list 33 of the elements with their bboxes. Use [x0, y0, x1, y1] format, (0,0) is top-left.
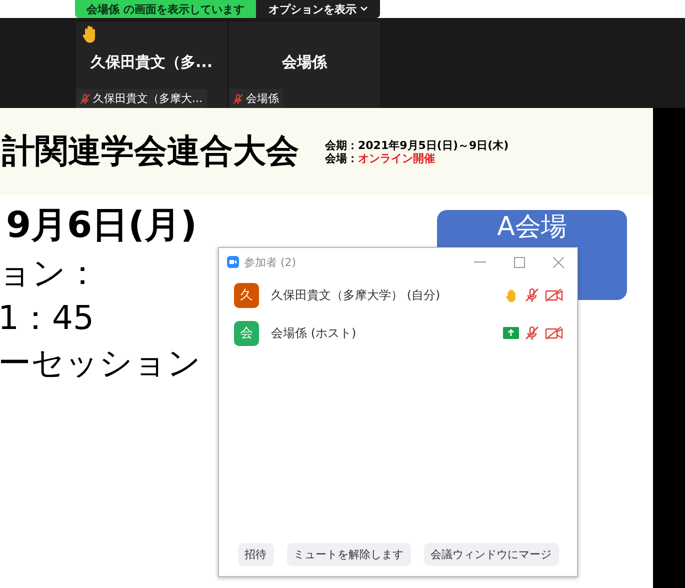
chevron-down-icon	[360, 6, 368, 12]
video-off-icon	[545, 326, 563, 340]
footer-button[interactable]: ミュートを解除します	[286, 542, 410, 566]
slide-text: 1：45	[0, 297, 95, 339]
footer-button[interactable]: 招待	[238, 542, 274, 566]
period-text: 会期：2021年9月5日(日)～9日(木)	[325, 138, 509, 152]
venue-text: 会場：オンライン開催	[325, 152, 436, 164]
video-camera-icon	[227, 256, 239, 268]
participant-avatar: 久	[234, 282, 259, 308]
close-icon	[552, 256, 564, 268]
participant-name: 久保田貴文（多摩大...	[93, 91, 202, 106]
participant-name: 会場係	[246, 91, 279, 106]
minimize-icon	[474, 261, 486, 263]
participant-row[interactable]: 会 会場係 (ホスト)	[219, 314, 577, 352]
muted-mic-icon	[524, 287, 540, 303]
slide-text: ーセッション	[0, 342, 201, 384]
muted-mic-icon	[524, 325, 540, 341]
video-off-icon	[545, 288, 563, 302]
window-title: 参加者 (2)	[244, 254, 298, 270]
muted-mic-icon	[232, 92, 244, 104]
screen-share-icon	[503, 327, 519, 339]
participant-avatar: 会	[234, 320, 259, 346]
muted-mic-icon	[79, 92, 91, 104]
participant-name: 会場係 (ホスト)	[271, 324, 358, 342]
footer-button[interactable]: 会議ウィンドウにマージ	[424, 542, 558, 566]
slide-date: 9月6日(月)	[6, 204, 198, 248]
slide-text: ョン：	[0, 252, 100, 294]
participant-display-name: 会場係	[280, 52, 328, 72]
screen-share-banner: 会場係 の画面を表示しています	[75, 0, 256, 18]
view-options-button[interactable]: オプションを表示	[256, 0, 380, 18]
slide-title: 計関連学会連合大会	[2, 130, 299, 172]
participant-display-name: 久保田貴文（多...	[89, 52, 214, 72]
maximize-icon	[514, 256, 524, 268]
